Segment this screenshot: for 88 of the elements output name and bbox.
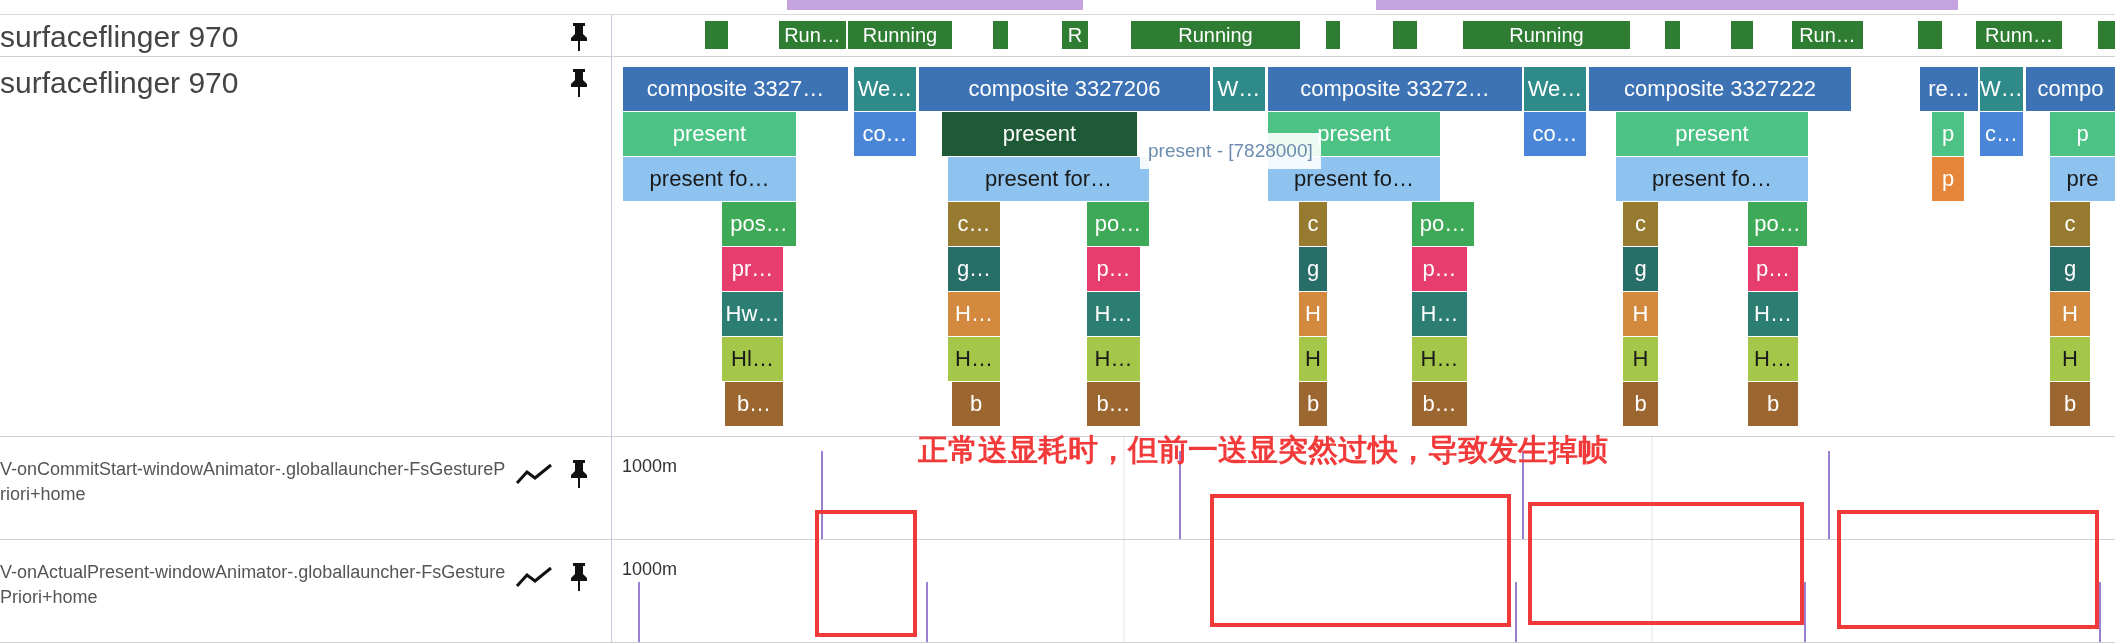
- trace-slice[interactable]: c: [1299, 202, 1327, 246]
- trace-slice[interactable]: g: [1299, 247, 1327, 291]
- trace-slice[interactable]: re…: [1920, 67, 1978, 111]
- trace-slice[interactable]: W…: [1213, 67, 1265, 111]
- trace-slice[interactable]: c: [1623, 202, 1658, 246]
- trace-slice[interactable]: present: [942, 112, 1137, 156]
- trace-slice[interactable]: present fo…: [1616, 157, 1808, 201]
- trace-slice[interactable]: b…: [1087, 382, 1140, 426]
- trace-slice[interactable]: H: [1299, 337, 1327, 381]
- thread-state-slice[interactable]: Run…: [1792, 21, 1863, 49]
- trace-slice[interactable]: c…: [1980, 112, 2023, 156]
- trace-slice[interactable]: p…: [1412, 247, 1467, 291]
- trace-slice[interactable]: pre: [2050, 157, 2115, 201]
- pin-icon[interactable]: [569, 562, 589, 592]
- trace-slice[interactable]: b…: [725, 382, 783, 426]
- thread-state-slice[interactable]: Running: [1131, 21, 1300, 49]
- trace-slice[interactable]: co…: [854, 112, 916, 156]
- trace-slice[interactable]: p: [1932, 157, 1964, 201]
- trace-slice[interactable]: H…: [1748, 337, 1798, 381]
- thread-state-slice[interactable]: [2098, 21, 2115, 49]
- thread-state-slice[interactable]: [1393, 21, 1417, 49]
- trace-slice[interactable]: co…: [1524, 112, 1586, 156]
- thread-state-slice[interactable]: Run…: [779, 21, 846, 49]
- trace-slice[interactable]: W…: [1980, 67, 2023, 111]
- trace-slice[interactable]: H…: [1748, 292, 1798, 336]
- trace-slice[interactable]: H…: [1412, 337, 1467, 381]
- trace-slice[interactable]: compo: [2026, 67, 2115, 111]
- thread-state-slice[interactable]: [1918, 21, 1942, 49]
- trace-slice[interactable]: b…: [1412, 382, 1467, 426]
- track-title: surfaceflinger 970: [0, 67, 240, 99]
- trace-slice[interactable]: p…: [1087, 247, 1140, 291]
- trace-slice[interactable]: b: [1299, 382, 1327, 426]
- trace-slice[interactable]: present for…: [948, 157, 1149, 201]
- thread-state-slice[interactable]: [705, 21, 728, 49]
- trace-slice[interactable]: H…: [1087, 337, 1140, 381]
- trace-slice[interactable]: H…: [948, 292, 1000, 336]
- scale-label: 1000m: [622, 558, 678, 581]
- trace-slice[interactable]: H: [1299, 292, 1327, 336]
- thread-state-slice[interactable]: [1326, 21, 1340, 49]
- trace-slice[interactable]: H: [2050, 292, 2090, 336]
- trace-slice[interactable]: H: [1623, 337, 1658, 381]
- trace-slice[interactable]: We…: [854, 67, 916, 111]
- pin-icon[interactable]: [569, 22, 589, 52]
- trace-slice[interactable]: po…: [1748, 202, 1807, 246]
- thread-state-slice[interactable]: [1665, 21, 1680, 49]
- trace-slice[interactable]: H: [1623, 292, 1658, 336]
- tooltip: present - [7828000]: [1140, 133, 1321, 169]
- trace-slice[interactable]: H: [2050, 337, 2090, 381]
- trace-slice[interactable]: H…: [1087, 292, 1140, 336]
- trace-slice[interactable]: c: [2050, 202, 2090, 246]
- trace-slice[interactable]: We…: [1524, 67, 1586, 111]
- trace-slice[interactable]: composite 3327206: [919, 67, 1210, 111]
- trace-slice[interactable]: g: [1623, 247, 1658, 291]
- pin-icon[interactable]: [569, 459, 589, 489]
- track-title: surfaceflinger 970: [0, 21, 240, 53]
- trace-slice[interactable]: H…: [948, 337, 1000, 381]
- trace-slice[interactable]: present fo…: [623, 157, 796, 201]
- thread-state-slice[interactable]: Running: [848, 21, 952, 49]
- trace-slice[interactable]: b: [1623, 382, 1658, 426]
- thread-state-slice[interactable]: [1731, 21, 1753, 49]
- scale-label: 1000m: [622, 455, 678, 478]
- trace-slice[interactable]: H…: [1412, 292, 1467, 336]
- trace-slice[interactable]: pos…: [722, 202, 796, 246]
- trace-slice[interactable]: g…: [948, 247, 1000, 291]
- track-title: V-onActualPresent-windowAnimator-.globallauncher-FsGesturePriori+home: [0, 561, 507, 609]
- trace-slice[interactable]: g: [2050, 247, 2090, 291]
- trace-slice[interactable]: pr…: [722, 247, 783, 291]
- chart-line-icon[interactable]: [515, 565, 553, 589]
- trace-slice[interactable]: Hw…: [722, 292, 783, 336]
- trace-slice[interactable]: Hl…: [722, 337, 783, 381]
- trace-slice[interactable]: b: [1748, 382, 1798, 426]
- trace-slice[interactable]: po…: [1087, 202, 1149, 246]
- trace-slice[interactable]: composite 3327…: [623, 67, 848, 111]
- trace-slice[interactable]: b: [2050, 382, 2090, 426]
- trace-slice[interactable]: po…: [1412, 202, 1474, 246]
- trace-slice[interactable]: composite 3327222: [1589, 67, 1851, 111]
- chart-line-icon[interactable]: [515, 462, 553, 486]
- pin-icon[interactable]: [569, 68, 589, 98]
- thread-state-slice[interactable]: Runn…: [1976, 21, 2062, 49]
- trace-slice[interactable]: composite 33272…: [1268, 67, 1522, 111]
- thread-state-slice[interactable]: R: [1062, 21, 1088, 49]
- thread-state-slice[interactable]: [993, 21, 1008, 49]
- thread-state-slice[interactable]: Running: [1463, 21, 1630, 49]
- track-title: V-onCommitStart-windowAnimator-.globallauncher-FsGesturePriori+home: [0, 458, 507, 506]
- trace-slice[interactable]: p…: [1748, 247, 1798, 291]
- trace-slice[interactable]: c…: [948, 202, 1000, 246]
- annotation-text: 正常送显耗时，但前一送显突然过快，导致发生掉帧: [918, 432, 1608, 468]
- trace-slice[interactable]: b: [952, 382, 1000, 426]
